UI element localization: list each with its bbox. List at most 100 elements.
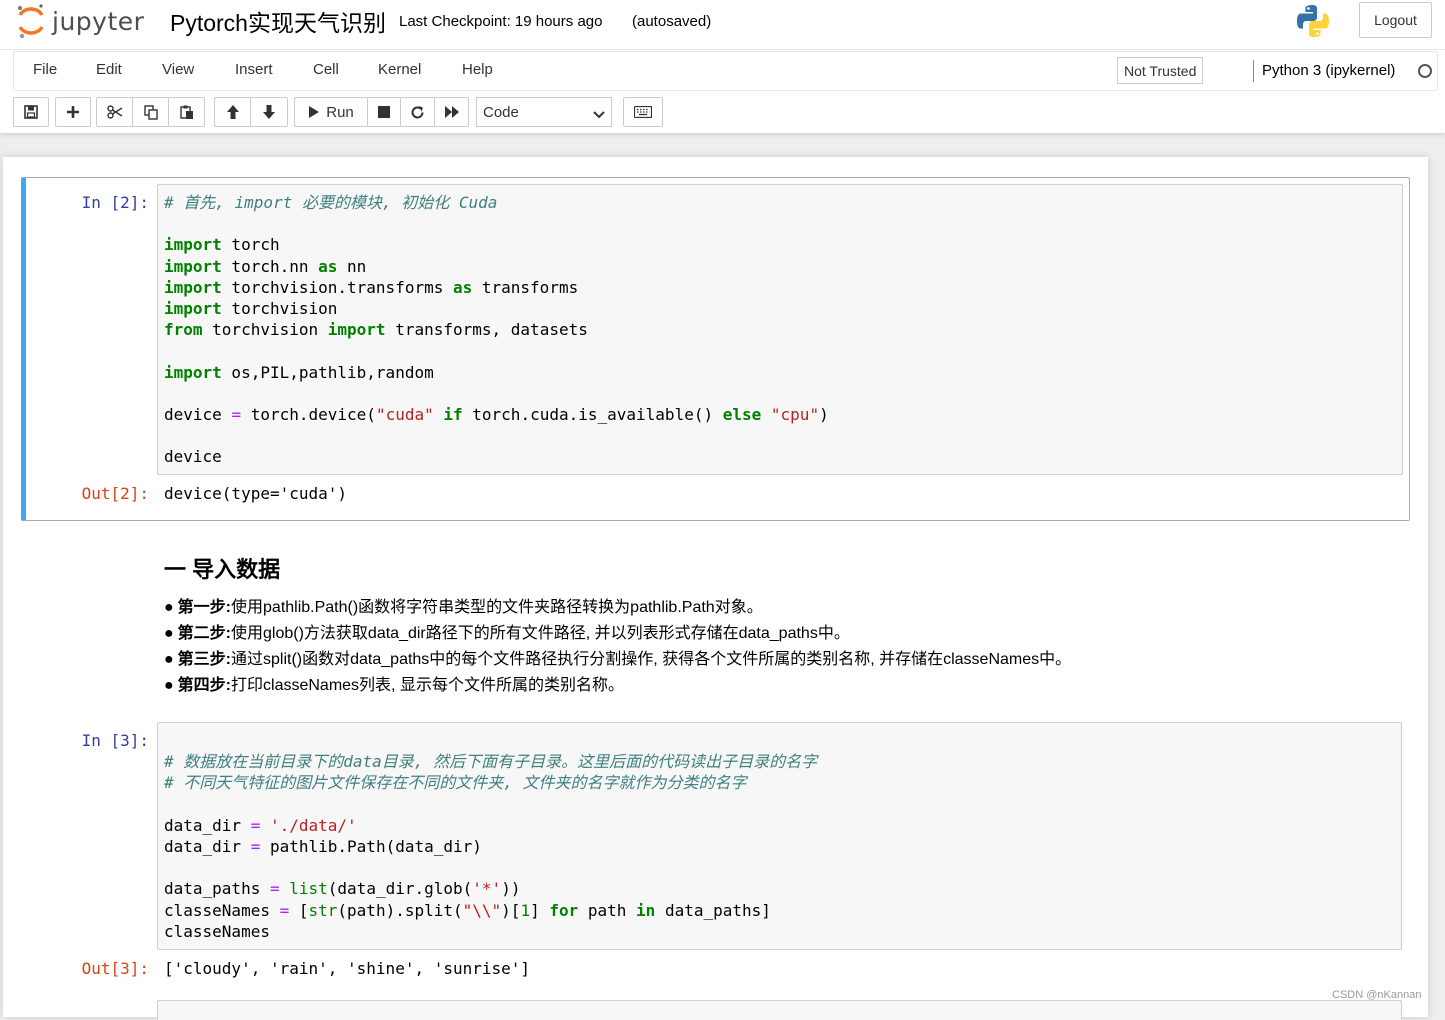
cell-output: device(type='cuda') xyxy=(164,484,348,503)
output-prompt: Out[2]: xyxy=(81,484,149,503)
jupyter-logo-icon xyxy=(16,3,46,39)
paste-button[interactable] xyxy=(168,97,205,127)
input-prompt: In [2]: xyxy=(81,193,149,212)
restart-icon xyxy=(410,105,425,120)
run-label: Run xyxy=(326,103,354,121)
code-line: import torch.nn as nn xyxy=(164,256,367,276)
chevron-down-icon xyxy=(593,107,605,124)
paste-icon xyxy=(179,105,194,120)
code-line: device = torch.device("cuda" if torch.cu… xyxy=(164,405,829,425)
menu-file[interactable]: File xyxy=(33,61,57,78)
code-line: from torchvision import transforms, data… xyxy=(164,320,588,340)
logout-button[interactable]: Logout xyxy=(1359,2,1432,38)
code-line: # 首先, import 必要的模块, 初始化 Cuda xyxy=(164,193,498,212)
header-bar: jupyter Pytorch实现天气识别 Last Checkpoint: 1… xyxy=(0,0,1445,50)
menu-view[interactable]: View xyxy=(162,61,194,78)
cut-button[interactable] xyxy=(96,97,133,127)
code-line: # 不同天气特征的图片文件保存在不同的文件夹, 文件夹的名字就作为分类的名字 xyxy=(164,773,747,793)
step-text: 通过split()函数对data_paths中的每个文件路径执行分割操作, 获得… xyxy=(231,651,1072,668)
save-icon xyxy=(24,105,38,119)
move-up-button[interactable] xyxy=(214,97,251,127)
bullet-icon: ● xyxy=(164,625,174,642)
save-button[interactable] xyxy=(13,97,49,127)
code-input-area[interactable]: # 首先, import 必要的模块, 初始化 Cuda import torc… xyxy=(157,184,1403,475)
bullet-icon: ● xyxy=(164,677,174,694)
autosave-status: (autosaved) xyxy=(632,13,712,30)
code-line: data_paths = list(data_dir.glob('*')) xyxy=(164,879,521,899)
arrow-down-icon xyxy=(262,104,276,120)
copy-button[interactable] xyxy=(132,97,169,127)
markdown-heading: 一 导入数据 xyxy=(164,557,281,582)
restart-button[interactable] xyxy=(400,97,435,127)
step-text: 使用glob()方法获取data_dir路径下的所有文件路径, 并以列表形式存储… xyxy=(231,625,850,642)
play-icon xyxy=(308,105,320,119)
input-prompt: In [3]: xyxy=(81,731,149,750)
list-item: ● 第一步:使用pathlib.Path()函数将字符串类型的文件夹路径转换为pa… xyxy=(164,597,1071,623)
code-line: # 数据放在当前目录下的data目录, 然后下面有子目录。这里后面的代码读出子目… xyxy=(164,752,818,772)
bullet-icon: ● xyxy=(164,651,174,668)
cut-icon xyxy=(106,105,123,119)
restart-run-all-button[interactable] xyxy=(434,97,469,127)
notebook-name[interactable]: Pytorch实现天气识别 xyxy=(170,4,386,38)
fast-forward-icon xyxy=(444,105,460,119)
stop-icon xyxy=(378,106,390,118)
output-prompt: Out[3]: xyxy=(81,959,149,978)
python-logo-icon xyxy=(1295,3,1331,39)
step-label: 第四步: xyxy=(177,677,232,694)
bullet-icon: ● xyxy=(164,599,174,616)
copy-icon xyxy=(143,104,158,120)
move-down-button[interactable] xyxy=(250,97,288,127)
header: jupyter Pytorch实现天气识别 Last Checkpoint: 1… xyxy=(0,0,1445,133)
keyboard-icon xyxy=(634,106,652,118)
run-button[interactable]: Run xyxy=(294,97,368,127)
kernel-name[interactable]: Python 3 (ipykernel) xyxy=(1262,62,1395,79)
menu-help[interactable]: Help xyxy=(462,61,493,78)
code-line: classeNames = [str(path).split("\\")[1] … xyxy=(164,900,771,920)
plus-icon xyxy=(66,105,80,119)
menu-edit[interactable]: Edit xyxy=(96,61,122,78)
code-content: # 首先, import 必要的模块, 初始化 Cuda import torc… xyxy=(164,192,829,468)
menu-kernel[interactable]: Kernel xyxy=(378,61,421,78)
notebook-container: In [2]: # 首先, import 必要的模块, 初始化 Cuda imp… xyxy=(3,157,1428,1020)
code-line: import os,PIL,pathlib,random xyxy=(164,362,434,382)
next-code-cell-input-area[interactable] xyxy=(157,1000,1402,1020)
menu-insert[interactable]: Insert xyxy=(235,61,273,78)
code-content: # 数据放在当前目录下的data目录, 然后下面有子目录。这里后面的代码读出子目… xyxy=(164,730,817,942)
step-label: 第三步: xyxy=(177,651,232,668)
not-trusted-button[interactable]: Not Trusted xyxy=(1117,57,1204,84)
logo-text: jupyter xyxy=(52,6,145,36)
code-line: import torchvision.transforms as transfo… xyxy=(164,277,579,297)
cell-output: ['cloudy', 'rain', 'shine', 'sunrise'] xyxy=(164,959,531,978)
interrupt-button[interactable] xyxy=(367,97,401,127)
code-line: classeNames xyxy=(164,921,270,941)
toolbar: Run Code xyxy=(13,97,673,127)
list-item: ● 第四步:打印classeNames列表, 显示每个文件所属的类别名称。 xyxy=(164,675,1071,701)
step-text: 打印classeNames列表, 显示每个文件所属的类别名称。 xyxy=(231,677,624,694)
step-text: 使用pathlib.Path()函数将字符串类型的文件夹路径转换为pathlib… xyxy=(231,599,763,616)
checkpoint-status: Last Checkpoint: 19 hours ago xyxy=(399,13,603,30)
step-label: 第一步: xyxy=(177,599,232,616)
watermark: CSDN @nKannan xyxy=(1332,989,1422,1001)
code-input-area[interactable]: # 数据放在当前目录下的data目录, 然后下面有子目录。这里后面的代码读出子目… xyxy=(157,722,1402,950)
code-cell-selected[interactable]: In [2]: # 首先, import 必要的模块, 初始化 Cuda imp… xyxy=(21,177,1410,521)
code-cell[interactable]: In [3]: # 数据放在当前目录下的data目录, 然后下面有子目录。这里后… xyxy=(21,717,1410,1017)
menu-cell[interactable]: Cell xyxy=(313,61,339,78)
code-line: device xyxy=(164,447,222,467)
cell-type-select[interactable]: Code xyxy=(476,97,612,127)
list-item: ● 第二步:使用glob()方法获取data_dir路径下的所有文件路径, 并以列… xyxy=(164,623,1071,649)
arrow-up-icon xyxy=(226,104,240,120)
code-line: data_dir = './data/' xyxy=(164,815,357,835)
jupyter-logo[interactable]: jupyter xyxy=(16,3,144,39)
kernel-idle-indicator-icon xyxy=(1418,64,1432,78)
insert-cell-button[interactable] xyxy=(55,97,91,127)
list-item: ● 第三步:通过split()函数对data_paths中的每个文件路径执行分割操… xyxy=(164,649,1071,675)
menubar: File Edit View Insert Cell Kernel Help N… xyxy=(13,51,1438,91)
cell-type-value: Code xyxy=(483,103,519,121)
step-label: 第二步: xyxy=(177,625,232,642)
markdown-step-list: ● 第一步:使用pathlib.Path()函数将字符串类型的文件夹路径转换为pa… xyxy=(164,597,1071,701)
code-line: import torch xyxy=(164,235,280,255)
kernel-divider xyxy=(1253,60,1254,82)
code-line: data_dir = pathlib.Path(data_dir) xyxy=(164,837,482,857)
code-line: import torchvision xyxy=(164,299,338,319)
command-palette-button[interactable] xyxy=(623,97,663,127)
